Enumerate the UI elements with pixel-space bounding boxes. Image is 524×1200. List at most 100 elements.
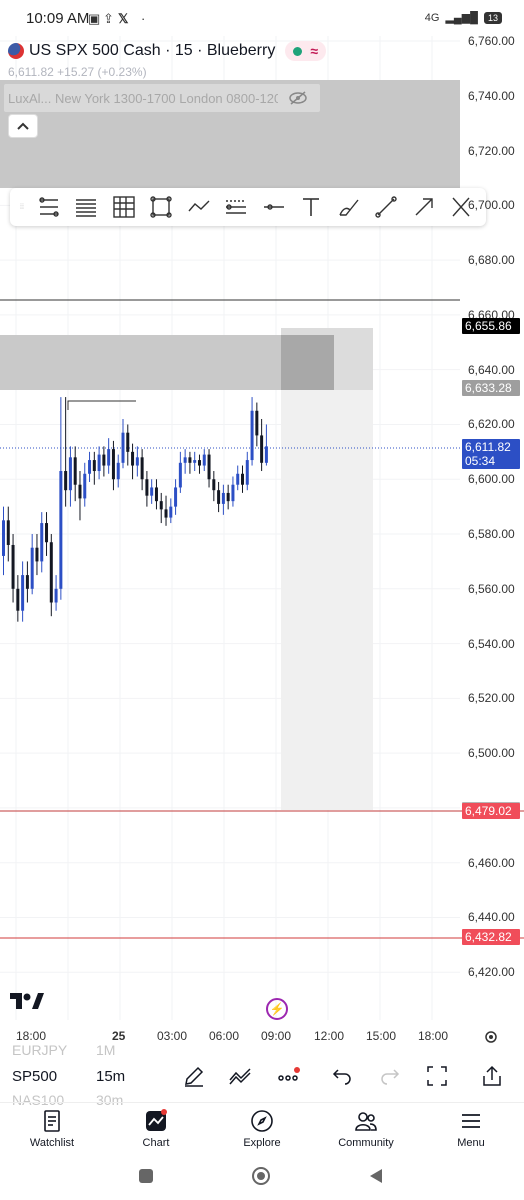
price-tag: 6,432.82 [462,929,520,946]
time-label: 06:00 [209,1029,240,1043]
tool-lines[interactable] [68,188,106,226]
swing-high-marker [67,400,136,410]
price-tag-value: 6,432.82 [465,930,512,945]
price-tick-label: 6,720.00 [468,143,515,158]
drag-handle-icon[interactable]: ⁞⁞ [14,195,30,219]
market-status-pill[interactable]: ≈ [285,41,327,61]
candle-body [35,547,39,562]
interval-button[interactable]: 15m [96,1068,125,1085]
tool-measure[interactable] [218,188,256,226]
price-tick-label: 6,580.00 [468,527,515,542]
nav-label: Chart [142,1137,170,1149]
candle-body [49,542,53,603]
price-tick-label: 6,740.00 [468,88,515,103]
price-change: +15.27 (+0.23%) [57,65,147,79]
tool-horizontal-line[interactable] [255,188,293,226]
candle-body [188,457,192,463]
candle-body [140,457,144,480]
text-icon [303,198,320,216]
hide-eye-icon[interactable] [288,90,308,106]
candle-body [154,487,158,502]
pencil-icon[interactable] [182,1064,206,1088]
time-axis[interactable]: 18:00 25 03:00 06:00 09:00 12:00 15:00 1… [0,1022,524,1050]
candle-body [64,471,68,491]
brush-icon [339,199,359,216]
nav-menu[interactable]: Menu [431,1109,511,1149]
undo-icon[interactable] [330,1064,354,1088]
recents-icon[interactable] [139,1169,153,1183]
price-tick-label: 6,700.00 [468,198,515,213]
candle-body [92,460,96,472]
wave-icon: ≈ [310,43,319,59]
nav-watchlist[interactable]: Watchlist [12,1109,92,1149]
collapse-button[interactable] [8,114,38,138]
price-tick-label: 6,640.00 [468,362,515,377]
candle-body [131,451,135,466]
symbol-title[interactable]: US SPX 500 Cash · 15 · Blueberry [29,42,275,60]
candle-body [221,492,225,504]
tool-text[interactable] [293,188,331,226]
candle-body [54,588,58,603]
candle-body [126,432,130,452]
fib-levels-icon [39,197,59,217]
redo-icon[interactable] [378,1064,402,1088]
chevron-up-icon [17,122,29,130]
candle-body [88,460,92,474]
candle-body [83,473,87,499]
candle-body [11,544,15,589]
tool-path[interactable] [180,188,218,226]
price-tick-label: 6,520.00 [468,691,515,706]
tool-arrow[interactable] [405,188,443,226]
time-label: 18:00 [16,1029,47,1043]
candle-body [111,449,115,480]
share-icon[interactable] [480,1064,504,1088]
time-label: 09:00 [261,1029,292,1043]
price-tick-label: 6,460.00 [468,855,515,870]
symbol-button[interactable]: SP500 [12,1068,57,1085]
nav-chart[interactable]: Chart [116,1109,196,1149]
horizontal-lines-icon [76,199,97,217]
price-tag: 6,633.28 [462,380,520,397]
tradingview-logo [10,993,44,1009]
back-icon[interactable] [368,1168,384,1184]
market-open-icon [293,46,303,56]
home-icon[interactable] [252,1167,270,1185]
candle-body [178,462,182,488]
tool-grid[interactable] [105,188,143,226]
candle-body [159,501,163,510]
watch-symbol[interactable]: EURJPY [12,1042,67,1058]
nav-explore[interactable]: Explore [222,1109,302,1149]
price-line: 6,611.82 +15.27 (+0.23%) [0,65,470,79]
rectangle-icon [150,196,172,218]
candle-body [116,462,120,480]
measure-icon [226,200,247,214]
watch-interval[interactable]: 1M [96,1042,115,1058]
tool-rectangle[interactable] [143,188,181,226]
axis-settings-icon[interactable] [483,1029,499,1045]
indicator-legend[interactable]: LuxAl... New York 1300-1700 London 0800-… [4,84,320,112]
bottom-navigation: Watchlist Chart Explore Community Menu [0,1102,524,1158]
fullscreen-icon[interactable] [425,1064,449,1088]
countdown-timer: 05:34 [465,453,496,468]
nav-community[interactable]: Community [326,1109,406,1149]
bottom-toolbar: EURJPY 1M SP500 15m NAS100 30m [0,1042,524,1108]
tool-brush[interactable] [330,188,368,226]
horizontal-line-icon [263,204,284,210]
more-icon[interactable] [276,1064,300,1088]
candle-body [197,460,201,466]
candle-body [174,487,178,507]
tool-pitchfork[interactable] [30,188,68,226]
candle-body [121,432,125,463]
tool-trend-line[interactable] [368,188,406,226]
us-flag-icon [8,43,24,59]
price-tick-label: 6,600.00 [468,472,515,487]
indicators-icon[interactable] [228,1064,252,1088]
price-tag: 6,479.02 [462,802,520,819]
candle-body [73,457,77,485]
lightning-icon[interactable]: ⚡ [266,998,288,1020]
price-axis[interactable]: 6,760.00 6,740.00 6,720.00 6,700.00 6,680.00… [460,0,524,1000]
candle-body [6,520,10,545]
candle-body [245,460,249,485]
price-tick-label: 6,680.00 [468,253,515,268]
time-label: 15:00 [366,1029,397,1043]
